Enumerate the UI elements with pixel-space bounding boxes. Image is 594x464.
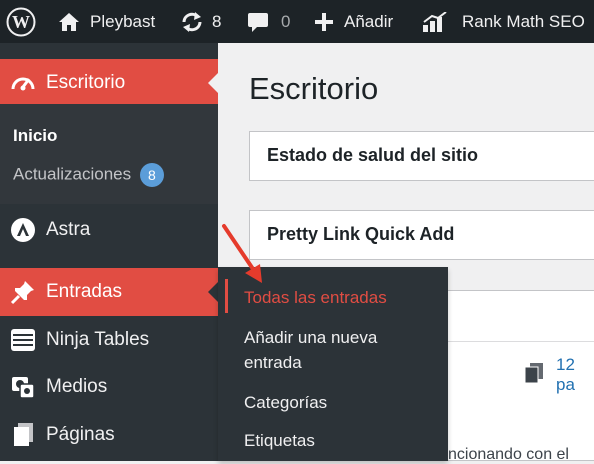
footer-text: ncionando con el	[448, 446, 569, 463]
submenu-item-updates[interactable]: Actualizaciones 8	[13, 163, 164, 187]
menu-item-posts[interactable]: Entradas	[0, 268, 218, 316]
rank-math-label: Rank Math SEO	[462, 11, 585, 31]
site-name: Pleybast	[90, 11, 156, 31]
pages-icon	[8, 420, 38, 450]
rank-math-menu[interactable]: Rank Math SEO	[422, 0, 585, 43]
comments-menu[interactable]: 0	[247, 0, 290, 43]
home-icon	[58, 12, 80, 32]
flyout-item-categories[interactable]: Categorías	[244, 390, 327, 415]
submenu-item-home[interactable]: Inicio	[13, 126, 57, 146]
menu-item-pages[interactable]: Páginas	[0, 411, 218, 459]
flyout-item-tags[interactable]: Etiquetas	[244, 428, 315, 453]
menu-label-ninja-tables: Ninja Tables	[46, 329, 150, 350]
new-label: Añadir	[344, 11, 394, 31]
posts-flyout-submenu: Todas las entradas Añadir una nueva entr…	[218, 267, 448, 461]
postbox-title-pretty-link[interactable]: Pretty Link Quick Add	[267, 224, 454, 245]
page-title: Escritorio	[249, 71, 379, 106]
pin-icon	[8, 277, 38, 307]
glance-pages-link[interactable]: 12 pa	[524, 355, 594, 395]
comment-icon	[247, 11, 269, 33]
admin-bar: W Pleybast 8 0 Añadir Rank Math SEO	[0, 0, 594, 43]
postbox-site-health: Estado de salud del sitio	[249, 131, 594, 181]
admin-sidebar: Escritorio Inicio Actualizaciones 8 Astr…	[0, 43, 218, 461]
copy-pages-icon	[524, 362, 544, 389]
flyout-item-add-new-line1: Añadir una nueva	[244, 328, 378, 347]
menu-item-media[interactable]: Medios	[0, 363, 218, 411]
annotation-arrow-icon	[222, 224, 262, 283]
updates-count: 8	[212, 11, 222, 31]
table-icon	[8, 325, 38, 355]
refresh-icon	[180, 11, 204, 33]
wordpress-logo-icon[interactable]: W	[6, 0, 36, 43]
rank-math-icon	[422, 11, 448, 32]
menu-label-pages: Páginas	[46, 424, 115, 445]
menu-label-astra: Astra	[46, 219, 91, 240]
postbox-pretty-link: Pretty Link Quick Add	[249, 210, 594, 260]
plus-icon	[314, 12, 334, 32]
submenu-updates-label: Actualizaciones	[13, 164, 132, 184]
menu-label-posts: Entradas	[46, 281, 123, 302]
menu-item-dashboard[interactable]: Escritorio	[0, 59, 218, 107]
menu-label-dashboard: Escritorio	[46, 72, 126, 93]
flyout-item-all-posts[interactable]: Todas las entradas	[244, 285, 387, 310]
svg-text:W: W	[12, 12, 30, 32]
comments-count: 0	[281, 11, 291, 31]
menu-item-ninja-tables[interactable]: Ninja Tables	[0, 316, 218, 364]
site-name-menu[interactable]: Pleybast	[58, 0, 155, 43]
media-icon	[8, 372, 38, 402]
menu-item-astra[interactable]: Astra	[0, 206, 218, 254]
postbox-title-site-health[interactable]: Estado de salud del sitio	[267, 145, 478, 166]
menu-label-media: Medios	[46, 376, 108, 397]
updates-badge: 8	[139, 163, 164, 187]
glance-pages-text: 12 pa	[556, 355, 575, 394]
dashboard-icon	[8, 68, 38, 98]
dashboard-submenu: Inicio Actualizaciones 8	[0, 104, 218, 204]
flyout-item-add-new-line2: entrada	[244, 353, 302, 372]
updates-menu[interactable]: 8	[180, 0, 221, 43]
astra-icon	[8, 215, 38, 245]
new-content-menu[interactable]: Añadir	[314, 0, 393, 43]
